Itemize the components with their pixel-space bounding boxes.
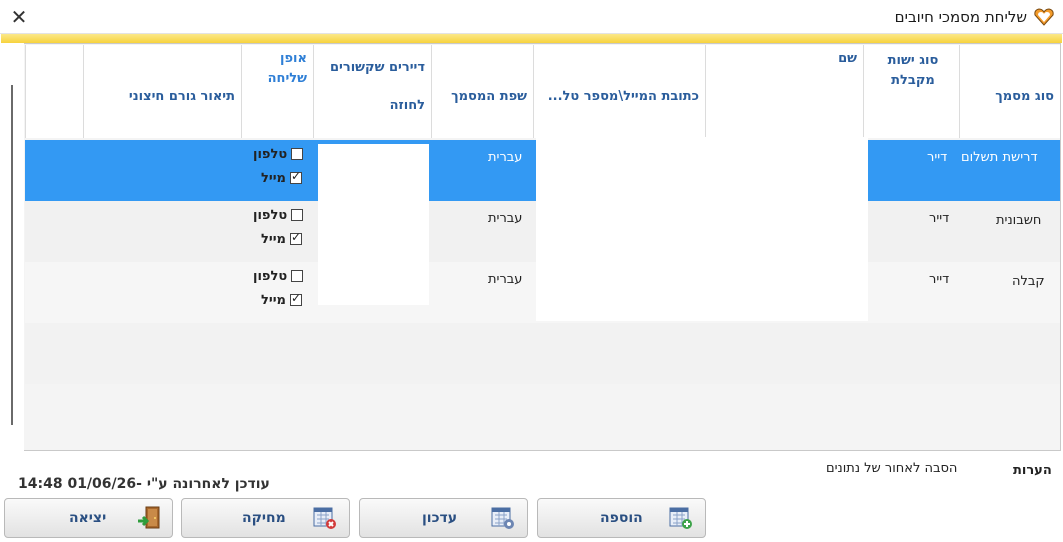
title-bar: ✕ שליחת מסמכי חיובים [0,0,1063,34]
update-button[interactable]: עדכון [359,498,528,538]
window-title: שליחת מסמכי חיובים [894,8,1027,26]
header-send-method[interactable]: אופן שליחה [241,45,313,138]
cell-language: עברית [488,211,523,226]
cell-doc-type: קבלה [1012,274,1045,289]
cell-entity-type: דייר [929,211,950,226]
mail-option[interactable]: מייל [261,169,302,186]
phone-option[interactable]: טלפון [253,147,304,162]
header-doc-language[interactable]: שפת המסמך [431,45,533,138]
cell-language: עברית [488,272,523,287]
mail-option[interactable]: מייל [261,230,302,247]
notes-label: הערות [1013,463,1052,478]
close-icon[interactable]: ✕ [6,4,32,30]
header-blank [25,45,83,138]
accent-strip [1,34,1062,43]
delete-icon [313,507,336,529]
redacted-name-email [536,137,868,321]
cell-entity-type: דייר [929,272,950,287]
phone-checkbox[interactable] [291,209,304,221]
last-updated: עודכן לאחרונה ע"י -01/06/26 14:48 [18,476,270,492]
notes-value: הסבה לאחור של נתונים [826,461,958,476]
phone-checkbox[interactable] [291,148,304,160]
phone-option[interactable]: טלפון [253,269,304,284]
cell-entity-type: דייר [927,150,948,165]
header-external-party[interactable]: תיאור גורם חיצוני [83,45,241,138]
mail-checkbox[interactable] [289,291,302,306]
cell-language: עברית [488,150,523,165]
add-icon [669,507,692,529]
exit-door-icon [138,506,160,529]
empty-row [25,323,1060,384]
mail-option[interactable]: מייל [261,291,302,308]
header-email-address[interactable]: כתובת המייל\מספר טל... [533,45,705,138]
phone-option[interactable]: טלפון [253,208,304,223]
mail-checkbox[interactable] [289,230,302,245]
delete-button[interactable]: מחיקה [181,498,350,538]
exit-button[interactable]: יציאה [4,498,173,538]
add-button[interactable]: הוספה [537,498,706,538]
cell-doc-type: דרישת תשלום [961,150,1038,165]
redacted-tenants [318,144,429,305]
cell-doc-type: חשבונית [996,213,1042,228]
header-linked-tenants[interactable]: דיירים שקשורים לחוזה [313,45,431,138]
header-doc-type[interactable]: סוג מסמך [959,45,1060,138]
vertical-scrollbar[interactable] [2,43,24,451]
empty-row [25,384,1060,449]
grid-header: תיאור גורם חיצוני אופן שליחה דיירים שקשו… [25,45,1060,138]
phone-checkbox[interactable] [291,270,304,282]
scrollbar-thumb[interactable] [11,85,13,425]
app-logo-icon [1034,8,1054,26]
mail-checkbox[interactable] [289,169,302,184]
update-icon [491,507,514,529]
header-recipient-entity[interactable]: סוג ישות מקבלת [863,45,959,138]
header-name[interactable]: שם [705,45,863,138]
